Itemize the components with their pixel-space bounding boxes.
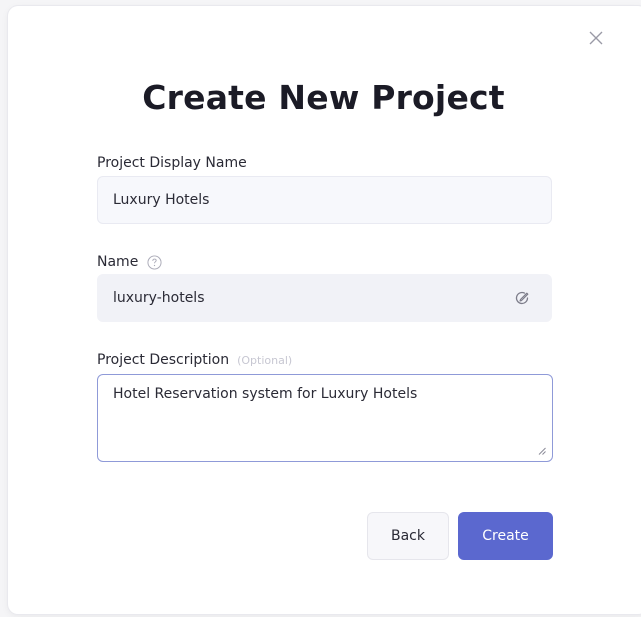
create-button[interactable]: Create (458, 512, 553, 560)
question-circle-icon[interactable] (146, 254, 162, 270)
description-label: Project Description (97, 352, 230, 368)
dialog-title: Create New Project (142, 78, 505, 117)
close-icon (589, 31, 603, 45)
resize-handle-icon[interactable] (538, 447, 546, 455)
back-button[interactable]: Back (367, 512, 449, 560)
name-label-row: Name (97, 254, 162, 270)
create-project-dialog: Create New Project Project Display Name … (8, 6, 641, 614)
close-button[interactable] (584, 26, 608, 50)
optional-hint: (Optional) (237, 354, 293, 367)
name-label: Name (97, 254, 139, 270)
description-textarea[interactable]: Hotel Reservation system for Luxury Hote… (97, 374, 553, 462)
edit-icon[interactable] (512, 288, 532, 308)
display-name-label: Project Display Name (97, 155, 247, 171)
display-name-value: Luxury Hotels (113, 192, 210, 208)
description-label-row: Project Description (Optional) (97, 352, 292, 368)
name-field[interactable]: luxury-hotels (97, 274, 552, 322)
name-value: luxury-hotels (113, 290, 205, 306)
display-name-field[interactable]: Luxury Hotels (97, 176, 552, 224)
description-value: Hotel Reservation system for Luxury Hote… (113, 386, 418, 402)
